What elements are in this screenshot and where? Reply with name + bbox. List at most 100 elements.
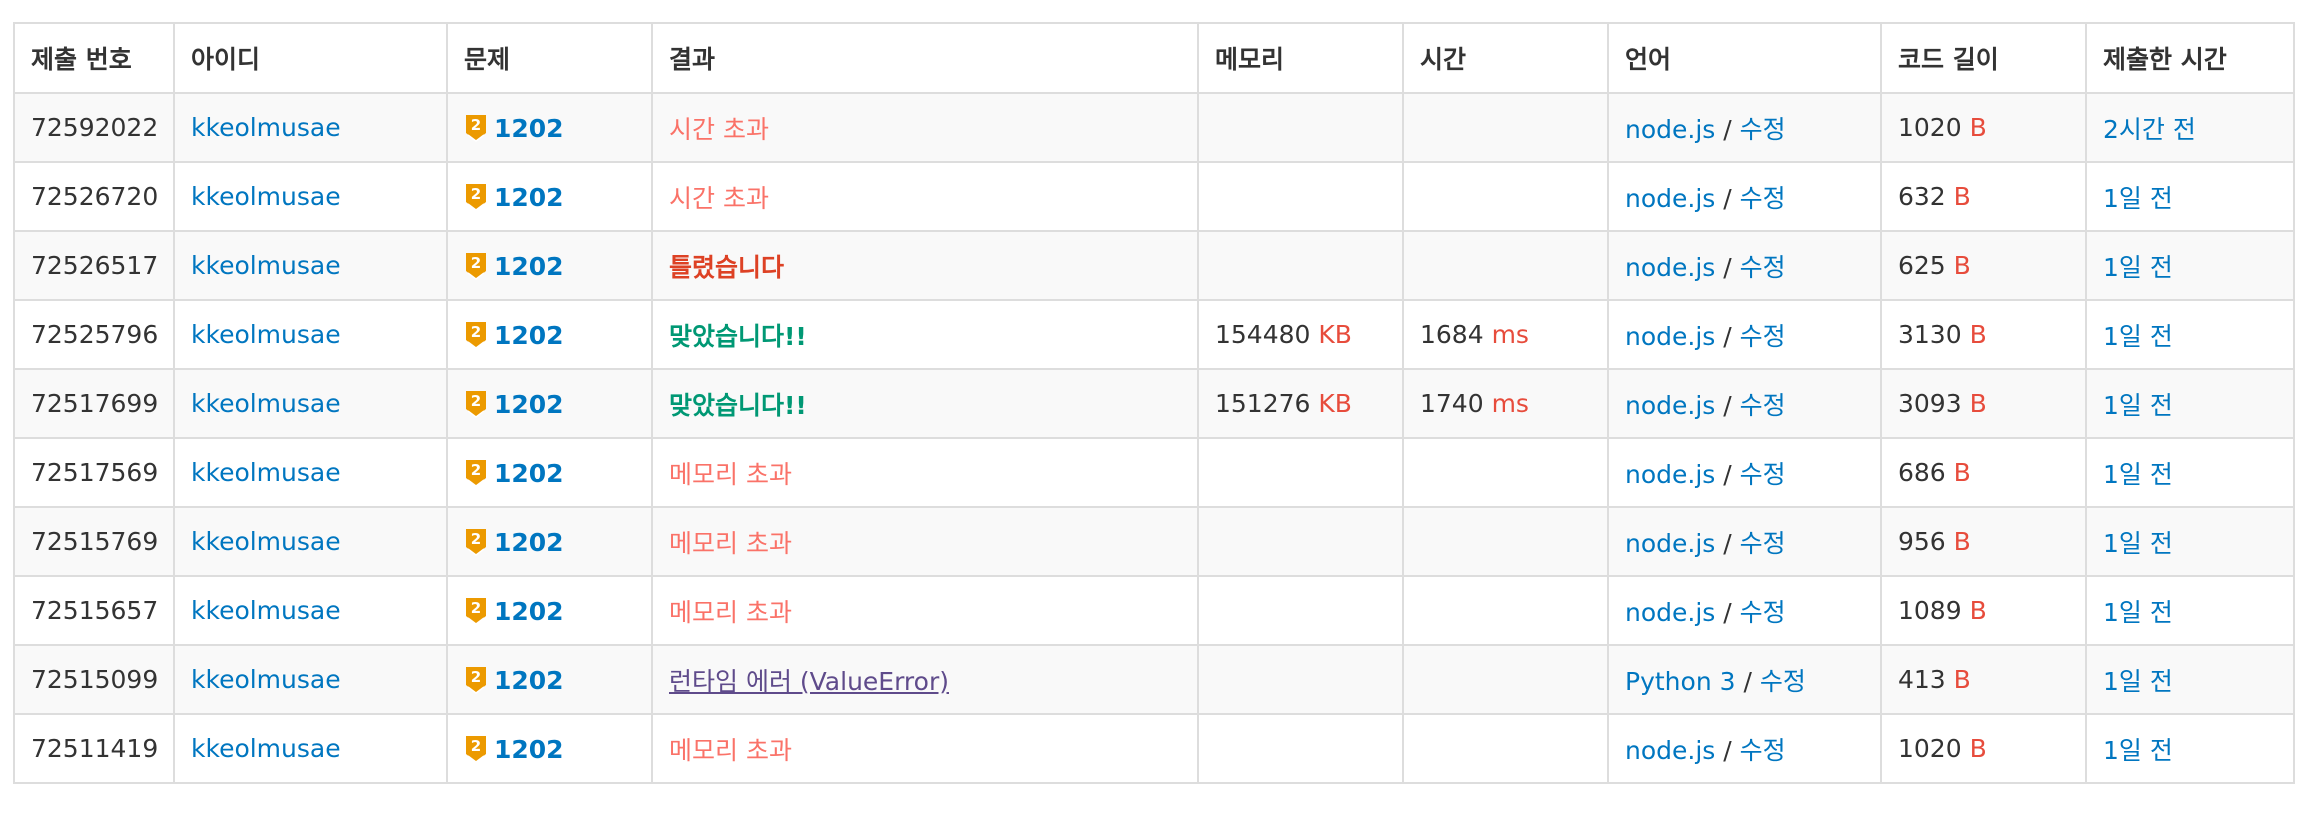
result-text: 시간 초과 [669,114,769,144]
submission-id: 72515769 [31,527,159,556]
problem-link[interactable]: 1202 [494,321,564,350]
problem-link[interactable]: 1202 [494,183,564,212]
problem-cell: 2 1202 [446,299,653,370]
user-link[interactable]: kkeolmusae [191,596,341,625]
submission-id: 72526517 [31,251,159,280]
problem-link[interactable]: 1202 [494,114,564,143]
language-separator: / [1743,666,1752,696]
tier-level-text: 2 [471,668,481,686]
memory-cell [1197,644,1404,715]
edit-link[interactable]: 수정 [1740,391,1786,420]
code-length-unit: B [1953,458,1971,487]
user-link[interactable]: kkeolmusae [191,320,341,349]
submitted-at-link[interactable]: 1일 전 [2103,460,2173,489]
code-length-cell: 686 B [1880,437,2087,508]
memory-unit: KB [1318,389,1352,418]
edit-link[interactable]: 수정 [1760,667,1806,696]
user-link[interactable]: kkeolmusae [191,527,341,556]
submitted-at-link[interactable]: 1일 전 [2103,529,2173,558]
language-link[interactable]: node.js [1625,391,1715,420]
submitted-at-link[interactable]: 1일 전 [2103,598,2173,627]
tier-level-text: 2 [471,530,481,548]
problem-cell: 2 1202 [446,92,653,163]
code-length-value: 1089 [1898,596,1962,625]
table-row: 72525796 kkeolmusae 2 1202 맞았습니다!! 15448… [13,299,2295,370]
header-time: 시간 [1402,22,1609,94]
language-link[interactable]: node.js [1625,598,1715,627]
user-link[interactable]: kkeolmusae [191,182,341,211]
problem-link[interactable]: 1202 [494,390,564,419]
header-language: 언어 [1607,22,1882,94]
tier-level-text: 2 [471,185,481,203]
edit-link[interactable]: 수정 [1740,253,1786,282]
edit-link[interactable]: 수정 [1740,598,1786,627]
code-length-value: 413 [1898,665,1946,694]
user-cell: kkeolmusae [173,437,448,508]
header-submitted-at: 제출한 시간 [2085,22,2295,94]
edit-link[interactable]: 수정 [1740,322,1786,351]
header-user-id: 아이디 [173,22,448,94]
language-link[interactable]: node.js [1625,253,1715,282]
language-link[interactable]: node.js [1625,115,1715,144]
problem-link[interactable]: 1202 [494,597,564,626]
language-link[interactable]: Python 3 [1625,667,1736,696]
submission-id: 72517569 [31,458,159,487]
problem-link[interactable]: 1202 [494,528,564,557]
user-link[interactable]: kkeolmusae [191,113,341,142]
user-link[interactable]: kkeolmusae [191,734,341,763]
problem-cell: 2 1202 [446,437,653,508]
memory-cell [1197,575,1404,646]
result-cell: 메모리 초과 [651,713,1199,784]
problem-link[interactable]: 1202 [494,735,564,764]
memory-cell [1197,161,1404,232]
language-link[interactable]: node.js [1625,184,1715,213]
submitted-at-link[interactable]: 1일 전 [2103,253,2173,282]
user-link[interactable]: kkeolmusae [191,458,341,487]
edit-link[interactable]: 수정 [1740,115,1786,144]
code-length-value: 3093 [1898,389,1962,418]
language-cell: node.js / 수정 [1607,161,1882,232]
language-separator: / [1723,390,1732,420]
submitted-at-link[interactable]: 1일 전 [2103,667,2173,696]
gold-2-tier-icon: 2 [466,528,486,556]
language-link[interactable]: node.js [1625,460,1715,489]
submission-id: 72515657 [31,596,159,625]
result-cell: 시간 초과 [651,161,1199,232]
result-text: 메모리 초과 [669,597,792,627]
submitted-at-link[interactable]: 1일 전 [2103,736,2173,765]
result-text: 메모리 초과 [669,528,792,558]
submission-id-cell: 72515657 [13,575,175,646]
edit-link[interactable]: 수정 [1740,460,1786,489]
time-cell: 1684 ms [1402,299,1609,370]
tier-level-text: 2 [471,323,481,341]
submitted-at-link[interactable]: 1일 전 [2103,391,2173,420]
code-length-unit: B [1969,389,1987,418]
memory-cell [1197,506,1404,577]
edit-link[interactable]: 수정 [1740,184,1786,213]
result-text[interactable]: 런타임 에러 (ValueError) [669,667,949,696]
language-link[interactable]: node.js [1625,736,1715,765]
user-link[interactable]: kkeolmusae [191,665,341,694]
submitted-at-link[interactable]: 1일 전 [2103,184,2173,213]
edit-link[interactable]: 수정 [1740,529,1786,558]
submission-id: 72525796 [31,320,159,349]
edit-link[interactable]: 수정 [1740,736,1786,765]
user-link[interactable]: kkeolmusae [191,389,341,418]
result-text: 시간 초과 [669,183,769,213]
problem-link[interactable]: 1202 [494,666,564,695]
submitted-at-link[interactable]: 1일 전 [2103,322,2173,351]
table-row: 72517569 kkeolmusae 2 1202 메모리 초과 node.j… [13,437,2295,508]
problem-link[interactable]: 1202 [494,459,564,488]
language-cell: node.js / 수정 [1607,230,1882,301]
language-link[interactable]: node.js [1625,529,1715,558]
code-length-value: 625 [1898,251,1946,280]
problem-link[interactable]: 1202 [494,252,564,281]
time-cell [1402,713,1609,784]
language-cell: node.js / 수정 [1607,299,1882,370]
code-length-value: 632 [1898,182,1946,211]
time-cell [1402,230,1609,301]
language-link[interactable]: node.js [1625,322,1715,351]
result-cell: 틀렸습니다 [651,230,1199,301]
user-link[interactable]: kkeolmusae [191,251,341,280]
submitted-at-link[interactable]: 2시간 전 [2103,115,2196,144]
